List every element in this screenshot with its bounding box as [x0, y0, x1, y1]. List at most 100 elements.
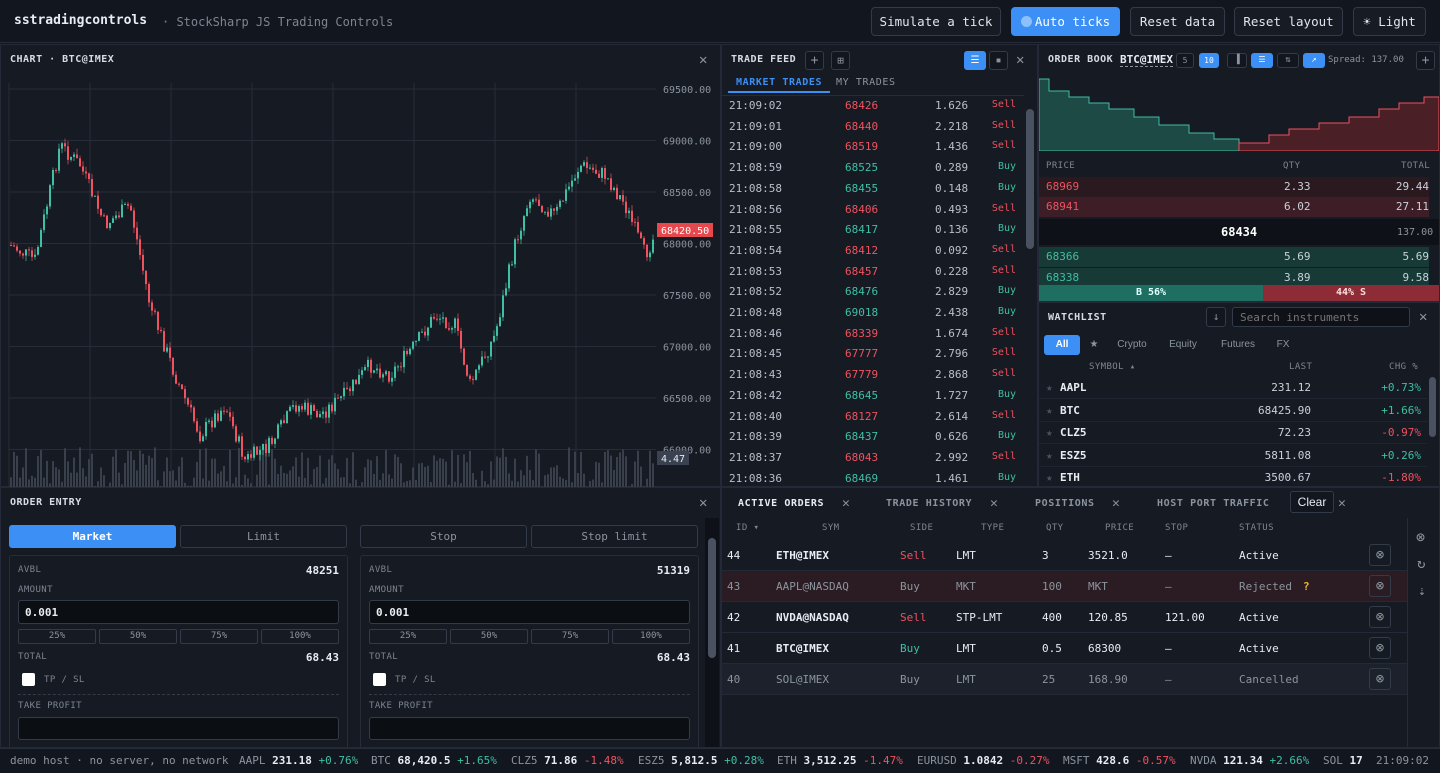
percent-button[interactable]: 100%	[261, 629, 339, 644]
percent-button[interactable]: 25%	[369, 629, 447, 644]
cancel-order-icon[interactable]: ⊗	[1369, 606, 1391, 628]
cancel-order-icon[interactable]: ⊗	[1369, 668, 1391, 690]
bid-row[interactable]: 68366 5.69 5.69	[1039, 247, 1429, 267]
watchlist-row[interactable]: ★ AAPL 231.12 +0.73%	[1039, 377, 1427, 399]
watchlist-row[interactable]: ★ ESZ5 5811.08 +0.26%	[1039, 445, 1427, 467]
star-icon[interactable]: ★	[1046, 471, 1053, 484]
ticker-item[interactable]: AAPL 231.18 +0.76%	[239, 749, 358, 773]
reset-layout-button[interactable]: Reset layout	[1234, 7, 1343, 36]
order-type-stop-limit[interactable]: Stop limit	[531, 525, 698, 548]
orders-col-header[interactable]: PRICE	[1105, 523, 1134, 533]
ticker-item[interactable]: SOL 17	[1323, 749, 1363, 773]
watchlist-row[interactable]: ★ BTC 68425.90 +1.66%	[1039, 400, 1427, 422]
tab-active-orders[interactable]: ACTIVE ORDERS	[738, 498, 824, 509]
watchlist-filter[interactable]: Equity	[1160, 335, 1206, 355]
close-watchlist-icon[interactable]: ✕	[1419, 309, 1427, 325]
stack-view-icon[interactable]: ☰	[1251, 53, 1273, 68]
add-book-icon[interactable]: +	[1416, 51, 1435, 70]
close-traffic-icon[interactable]: ✕	[1338, 496, 1346, 511]
order-entry-scrollbar[interactable]	[708, 538, 716, 658]
star-icon[interactable]: ★	[1046, 449, 1053, 462]
tpsl-checkbox[interactable]	[22, 673, 35, 686]
order-row[interactable]: 41 BTC@IMEX Buy LMT 0.5 68300 — Active ⊗	[722, 633, 1407, 664]
percent-button[interactable]: 25%	[18, 629, 96, 644]
watchlist-filter[interactable]: ★	[1084, 335, 1104, 355]
list-view-icon[interactable]: ☰	[964, 51, 986, 70]
orders-col-header[interactable]: STOP	[1165, 523, 1188, 533]
orders-col-header[interactable]: SIDE	[910, 523, 933, 533]
trade-feed-scrollbar[interactable]	[1026, 109, 1034, 249]
bars-icon[interactable]: ▐	[1227, 53, 1247, 68]
percent-button[interactable]: 50%	[450, 629, 528, 644]
percent-button[interactable]: 50%	[99, 629, 177, 644]
cancel-order-icon[interactable]: ⊗	[1369, 637, 1391, 659]
order-row[interactable]: 40 SOL@IMEX Buy LMT 25 168.90 — Cancelled ⊗	[722, 664, 1407, 695]
star-icon[interactable]: ★	[1046, 404, 1053, 417]
tab-my-trades[interactable]: MY TRADES	[836, 77, 896, 88]
amount-input[interactable]: 0.001	[18, 600, 339, 624]
amount-input[interactable]: 0.001	[369, 600, 690, 624]
watchlist-filter[interactable]: All	[1044, 335, 1080, 355]
simulate-tick-button[interactable]: Simulate a tick	[871, 7, 1001, 36]
ask-row[interactable]: 68941 6.02 27.11	[1039, 197, 1429, 217]
order-type-stop[interactable]: Stop	[360, 525, 527, 548]
refresh-icon[interactable]: ↻	[1417, 556, 1425, 572]
wl-chg-header[interactable]: CHG %	[1389, 362, 1418, 372]
depth-chart-icon[interactable]: ↗	[1303, 53, 1325, 68]
percent-button[interactable]: 100%	[612, 629, 690, 644]
watchlist-scrollbar[interactable]	[1429, 377, 1436, 437]
instrument-search-input[interactable]	[1232, 307, 1410, 327]
depth-10-button[interactable]: 10	[1199, 53, 1219, 68]
ticker-item[interactable]: BTC 68,420.5 +1.65%	[371, 749, 497, 773]
ticker-item[interactable]: NVDA 121.34 +2.66%	[1190, 749, 1309, 773]
reset-data-button[interactable]: Reset data	[1130, 7, 1225, 36]
order-book-symbol[interactable]: BTC@IMEX	[1120, 53, 1173, 67]
tab-market-trades[interactable]: MARKET TRADES	[728, 77, 831, 93]
help-icon[interactable]: ?	[1303, 580, 1310, 593]
close-chart-icon[interactable]: ✕	[699, 52, 707, 68]
watchlist-filter[interactable]: Futures	[1210, 335, 1266, 355]
swap-icon[interactable]: ⇅	[1277, 53, 1299, 68]
close-tab-icon[interactable]: ✕	[990, 496, 998, 511]
order-row[interactable]: 44 ETH@IMEX Sell LMT 3 3521.0 — Active ⊗	[722, 540, 1407, 571]
compact-view-icon[interactable]: ▪	[989, 51, 1008, 70]
tab-host-port-traffic[interactable]: HOST PORT TRAFFIC	[1157, 498, 1270, 509]
orders-col-header[interactable]: STATUS	[1239, 523, 1274, 533]
ticker-item[interactable]: EURUSD 1.0842 -0.27%	[917, 749, 1049, 773]
order-type-limit[interactable]: Limit	[180, 525, 347, 548]
ticker-item[interactable]: MSFT 428.6 -0.57%	[1063, 749, 1176, 773]
close-tab-icon[interactable]: ✕	[842, 496, 850, 511]
add-icon[interactable]: +	[805, 51, 824, 70]
tpsl-checkbox[interactable]	[373, 673, 386, 686]
ticker-item[interactable]: ETH 3,512.25 -1.47%	[777, 749, 903, 773]
theme-toggle-button[interactable]: ☀ Light	[1353, 7, 1426, 36]
tab-trade-history[interactable]: TRADE HISTORY	[886, 498, 972, 509]
orders-col-header[interactable]: QTY	[1046, 523, 1063, 533]
take-profit-input[interactable]	[369, 717, 690, 740]
orders-col-header[interactable]: TYPE	[981, 523, 1004, 533]
sort-icon[interactable]: ↓	[1206, 307, 1226, 327]
wl-symbol-header[interactable]: SYMBOL ▴	[1089, 362, 1136, 372]
depth-5-button[interactable]: 5	[1176, 53, 1194, 68]
watchlist-filter[interactable]: Crypto	[1108, 335, 1156, 355]
watchlist-row[interactable]: ★ ETH 3500.67 -1.80%	[1039, 467, 1427, 487]
ticker-item[interactable]: CLZ5 71.86 -1.48%	[511, 749, 624, 773]
download-icon[interactable]: ⇣	[1418, 584, 1426, 599]
grid-icon[interactable]: ⊞	[831, 51, 850, 70]
clear-button[interactable]: Clear	[1290, 491, 1334, 513]
watchlist-filter[interactable]: FX	[1270, 335, 1296, 355]
percent-button[interactable]: 75%	[531, 629, 609, 644]
ask-row[interactable]: 68969 2.33 29.44	[1039, 177, 1429, 197]
ticker-item[interactable]: ESZ5 5,812.5 +0.28%	[638, 749, 764, 773]
orders-col-header[interactable]: ID ▾	[736, 523, 759, 533]
order-type-market[interactable]: Market	[9, 525, 176, 548]
percent-button[interactable]: 75%	[180, 629, 258, 644]
close-order-entry-icon[interactable]: ✕	[699, 495, 707, 511]
auto-ticks-button[interactable]: Auto ticks	[1011, 7, 1120, 36]
star-icon[interactable]: ★	[1046, 426, 1053, 439]
star-icon[interactable]: ★	[1046, 381, 1053, 394]
take-profit-input[interactable]	[18, 717, 339, 740]
candlestick-chart[interactable]: 69500.00 69000.00 68500.00 68000.00 67500.00…	[1, 75, 720, 488]
close-tab-icon[interactable]: ✕	[1112, 496, 1120, 511]
order-row[interactable]: 42 NVDA@NASDAQ Sell STP-LMT 400 120.85 121.00 A…	[722, 602, 1407, 633]
